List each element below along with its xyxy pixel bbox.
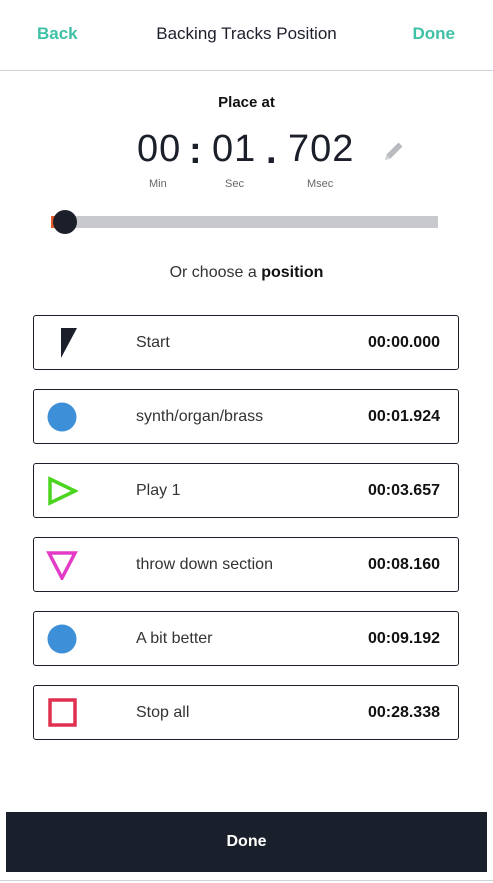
- start-flag-icon: [61, 328, 77, 358]
- stop-square-icon: [48, 698, 77, 727]
- choose-position-label: Or choose a position: [0, 264, 493, 282]
- position-label: throw down section: [136, 556, 273, 573]
- blue-circle-icon: [47, 624, 77, 654]
- choose-bold: position: [261, 264, 324, 281]
- top-bar: Back Backing Tracks Position Done: [0, 0, 493, 71]
- position-row[interactable]: Play 1 00:03.657: [33, 463, 459, 518]
- msec-unit-label: Msec: [307, 178, 334, 190]
- bottom-divider: [0, 880, 493, 881]
- slider-track: [51, 216, 438, 228]
- pencil-icon[interactable]: [382, 139, 406, 163]
- position-time: 00:08.160: [367, 556, 440, 573]
- time-display: 00 : 01 . 702 Min Sec Msec: [0, 128, 493, 198]
- done-button-header[interactable]: Done: [413, 24, 456, 44]
- position-row[interactable]: Stop all 00:28.338: [33, 685, 459, 740]
- position-label: synth/organ/brass: [136, 408, 264, 425]
- position-time: 00:00.000: [367, 334, 440, 351]
- position-slider[interactable]: [51, 208, 439, 236]
- seconds-value[interactable]: 01: [212, 128, 256, 171]
- position-label: Stop all: [136, 704, 190, 721]
- position-label: Play 1: [136, 482, 181, 499]
- position-list: Start 00:00.000 synth/organ/brass 00:01.…: [33, 315, 459, 759]
- sec-unit-label: Sec: [225, 178, 244, 190]
- min-unit-label: Min: [149, 178, 167, 190]
- position-row[interactable]: synth/organ/brass 00:01.924: [33, 389, 459, 444]
- position-row[interactable]: A bit better 00:09.192: [33, 611, 459, 666]
- milliseconds-value[interactable]: 702: [288, 128, 354, 171]
- position-label: A bit better: [136, 630, 213, 647]
- position-time: 00:28.338: [367, 704, 440, 721]
- position-row-start[interactable]: Start 00:00.000: [33, 315, 459, 370]
- blue-circle-icon: [47, 402, 77, 432]
- time-separator-dot: .: [266, 130, 277, 172]
- position-time: 00:03.657: [367, 482, 440, 499]
- down-triangle-icon: [46, 551, 78, 580]
- position-time: 00:09.192: [367, 630, 440, 647]
- time-separator-colon: :: [189, 130, 202, 172]
- place-at-label: Place at: [218, 94, 275, 111]
- position-label: Start: [136, 334, 170, 351]
- minutes-value[interactable]: 00: [137, 128, 181, 171]
- position-row[interactable]: throw down section 00:08.160: [33, 537, 459, 592]
- done-button[interactable]: Done: [6, 812, 487, 872]
- slider-knob[interactable]: [53, 210, 77, 234]
- play-triangle-icon: [48, 476, 78, 506]
- choose-prefix: Or choose a: [169, 264, 262, 281]
- position-time: 00:01.924: [367, 408, 440, 425]
